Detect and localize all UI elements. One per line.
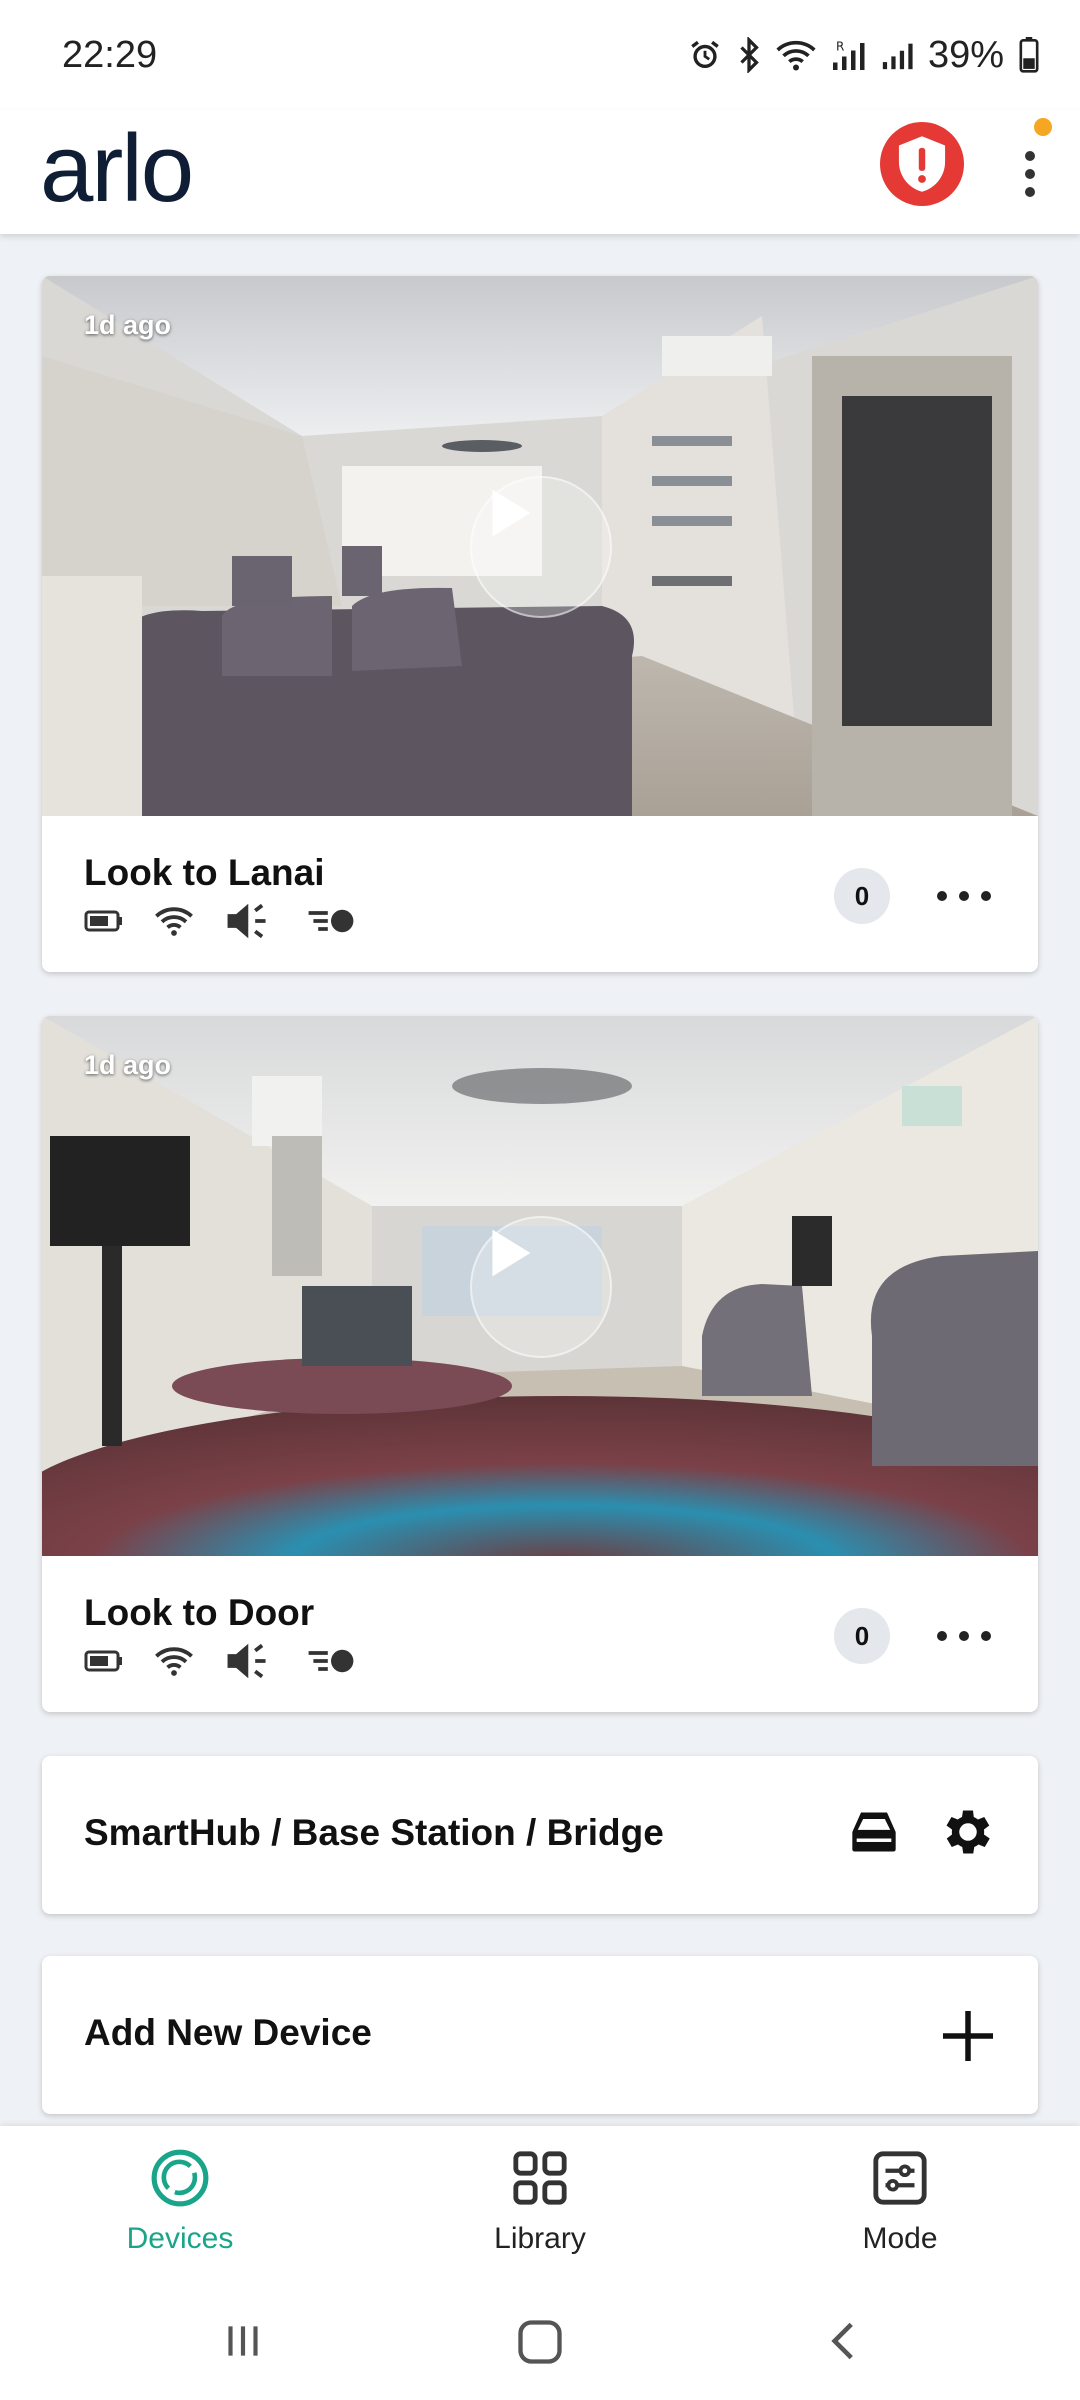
sliders-icon bbox=[873, 2151, 927, 2205]
signal-r-icon: R bbox=[830, 38, 866, 72]
devices-icon bbox=[151, 2149, 209, 2207]
nav-mode[interactable]: Mode bbox=[800, 2144, 1000, 2256]
camera-status-icons bbox=[84, 1642, 356, 1685]
camera-options-button[interactable] bbox=[932, 878, 996, 914]
motion-icon bbox=[306, 1645, 356, 1682]
alarm-icon bbox=[688, 38, 722, 72]
status-time: 22:29 bbox=[62, 34, 158, 76]
app-header: arlo bbox=[0, 110, 1080, 234]
play-icon bbox=[492, 1229, 531, 1277]
more-horiz-icon bbox=[937, 891, 991, 901]
add-device-label: Add New Device bbox=[84, 2012, 372, 2053]
bluetooth-icon bbox=[736, 37, 762, 73]
camera-status-icons bbox=[84, 902, 356, 945]
camera-name: Look to Door bbox=[84, 1592, 315, 1633]
speaker-icon bbox=[224, 1642, 276, 1685]
status-icons: R 39% bbox=[688, 30, 1040, 80]
nav-library[interactable]: Library bbox=[440, 2144, 640, 2256]
base-station-icon bbox=[848, 1806, 900, 1863]
camera-preview[interactable]: 1d ago bbox=[42, 1016, 1038, 1556]
signal-icon bbox=[880, 38, 914, 72]
arlo-logo: arlo bbox=[40, 115, 194, 222]
camera-options-button[interactable] bbox=[932, 1618, 996, 1654]
snapshot-timestamp: 1d ago bbox=[84, 1050, 172, 1080]
battery-percent: 39% bbox=[927, 33, 1004, 76]
settings-button[interactable] bbox=[938, 1802, 998, 1867]
battery-icon bbox=[84, 1647, 124, 1680]
event-count-badge[interactable]: 0 bbox=[834, 868, 890, 924]
play-icon bbox=[492, 489, 531, 537]
camera-footer: Look to Door 0 bbox=[42, 1556, 1038, 1712]
play-button[interactable] bbox=[470, 1216, 612, 1358]
wifi-icon bbox=[154, 905, 194, 942]
battery-icon bbox=[84, 907, 124, 940]
nav-label: Library bbox=[494, 2222, 586, 2255]
motion-icon bbox=[306, 905, 356, 942]
play-button[interactable] bbox=[470, 476, 612, 618]
add-device-card[interactable]: Add New Device bbox=[42, 1956, 1038, 2114]
bottom-navigation: Devices Library Mode bbox=[0, 2126, 1080, 2286]
recents-icon bbox=[228, 2326, 258, 2356]
home-icon bbox=[518, 2320, 562, 2364]
recents-button[interactable] bbox=[218, 2316, 268, 2371]
back-button[interactable] bbox=[820, 2316, 870, 2371]
security-alert-button[interactable] bbox=[880, 122, 964, 206]
shield-alert-icon bbox=[898, 136, 946, 192]
event-count-badge[interactable]: 0 bbox=[834, 1608, 890, 1664]
nav-label: Devices bbox=[126, 2222, 234, 2255]
add-device-button[interactable] bbox=[938, 2006, 998, 2071]
svg-text:R: R bbox=[836, 40, 844, 54]
smarthub-label: SmartHub / Base Station / Bridge bbox=[84, 1812, 664, 1853]
grid-icon bbox=[513, 2151, 567, 2205]
snapshot-timestamp: 1d ago bbox=[84, 310, 172, 340]
camera-card[interactable]: 1d ago Look to Lanai 0 bbox=[42, 276, 1038, 972]
system-navigation-bar bbox=[0, 2286, 1080, 2400]
camera-name: Look to Lanai bbox=[84, 852, 325, 893]
wifi-icon bbox=[154, 1645, 194, 1682]
battery-icon bbox=[1018, 37, 1040, 73]
more-horiz-icon bbox=[937, 1631, 991, 1641]
camera-preview[interactable]: 1d ago bbox=[42, 276, 1038, 816]
gear-icon bbox=[946, 1810, 990, 1854]
overflow-menu-button[interactable] bbox=[1010, 130, 1054, 210]
home-button[interactable] bbox=[514, 2316, 566, 2373]
camera-footer: Look to Lanai 0 bbox=[42, 816, 1038, 972]
more-vert-icon bbox=[1025, 151, 1035, 197]
status-bar: 22:29 R 39% bbox=[0, 0, 1080, 110]
notification-dot bbox=[1034, 118, 1052, 136]
speaker-icon bbox=[224, 902, 276, 945]
camera-card[interactable]: 1d ago Look to Door 0 bbox=[42, 1016, 1038, 1712]
wifi-icon bbox=[776, 38, 816, 72]
plus-icon bbox=[943, 2011, 993, 2061]
nav-devices[interactable]: Devices bbox=[80, 2144, 280, 2256]
nav-label: Mode bbox=[862, 2222, 938, 2255]
back-icon bbox=[831, 2322, 853, 2360]
smarthub-card[interactable]: SmartHub / Base Station / Bridge bbox=[42, 1756, 1038, 1914]
